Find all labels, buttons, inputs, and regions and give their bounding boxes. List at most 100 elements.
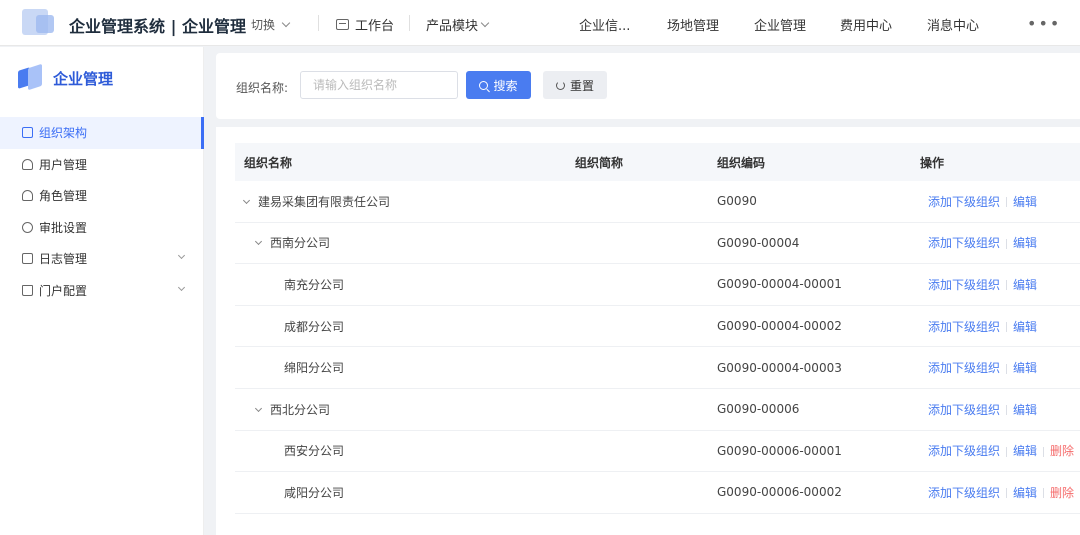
search-button[interactable]: 搜索 <box>466 71 531 99</box>
org-icon <box>22 127 33 139</box>
home-icon <box>22 284 33 296</box>
sidebar-item-label: 用户管理 <box>39 157 88 172</box>
action-divider <box>1006 446 1008 457</box>
chevron-down-icon <box>177 283 186 291</box>
delete-link[interactable]: 删除 <box>1050 486 1074 500</box>
cell-org-code: G0090-00006-00001 <box>717 443 842 458</box>
action-divider <box>1043 488 1045 499</box>
cell-actions: 添加下级组织 编辑 <box>912 193 1080 210</box>
brand-logo-icon <box>16 63 45 91</box>
org-name-input[interactable] <box>300 71 458 99</box>
refresh-icon <box>555 80 565 90</box>
cell-actions: 添加下级组织 编辑 <box>912 318 1080 335</box>
sidebar-item-approval-settings[interactable]: 审批设置 <box>0 212 204 244</box>
sidebar-menu: 组织架构 用户管理 角色管理 审批设置 日志管理 门户配置 <box>0 117 204 306</box>
switch-label: 切换 <box>251 18 276 32</box>
more-icon[interactable]: ••• <box>1027 14 1061 33</box>
org-name-text: 西南分公司 <box>270 236 331 251</box>
add-child-org-link[interactable]: 添加下级组织 <box>928 403 1000 417</box>
add-child-org-link[interactable]: 添加下级组织 <box>928 320 1000 334</box>
cell-org-name: 南充分公司 <box>235 276 567 293</box>
edit-link[interactable]: 编辑 <box>1013 195 1037 209</box>
table-row: 绵阳分公司 G0090-00004-00003 添加下级组织 编辑 <box>235 347 1080 389</box>
sidebar-item-log-management[interactable]: 日志管理 <box>0 243 204 275</box>
switch-dropdown[interactable]: 切换 <box>251 16 291 33</box>
action-divider <box>1006 322 1008 333</box>
cell-org-code: G0090-00006-00002 <box>717 485 842 500</box>
nav-item-billing-center[interactable]: 费用中心 <box>840 15 892 34</box>
add-child-org-link[interactable]: 添加下级组织 <box>928 486 1000 500</box>
column-header-code: 组织编码 <box>717 155 766 170</box>
add-child-org-link[interactable]: 添加下级组织 <box>928 195 1000 209</box>
cell-org-name: 建易采集团有限责任公司 <box>235 193 567 210</box>
org-name-text: 西北分公司 <box>270 402 331 417</box>
search-panel: 组织名称: 搜索 重置 <box>216 53 1080 119</box>
top-header: 企业管理系统 | 企业管理 切换 工作台 产品模块 企业信... 场地管理 企业… <box>0 0 1080 46</box>
cell-org-code: G0090-00004-00001 <box>717 277 842 292</box>
column-header-name: 组织名称 <box>244 155 293 170</box>
search-icon <box>479 80 489 90</box>
delete-link[interactable]: 删除 <box>1050 444 1074 458</box>
cell-org-name: 绵阳分公司 <box>235 359 567 376</box>
divider <box>409 15 410 31</box>
table-row: 西北分公司 G0090-00006 添加下级组织 编辑 <box>235 389 1080 431</box>
column-header-short-name: 组织简称 <box>575 155 624 170</box>
table-row: 建易采集团有限责任公司 G0090 添加下级组织 编辑 <box>235 181 1080 223</box>
gear-icon <box>22 221 33 233</box>
edit-link[interactable]: 编辑 <box>1013 403 1037 417</box>
nav-item-enterprise-management[interactable]: 企业管理 <box>754 15 806 34</box>
nav-item-enterprise-info[interactable]: 企业信... <box>579 15 630 34</box>
table-row: 西南分公司 G0090-00004 添加下级组织 编辑 <box>235 223 1080 265</box>
nav-item-message-center[interactable]: 消息中心 <box>927 15 979 34</box>
add-child-org-link[interactable]: 添加下级组织 <box>928 236 1000 250</box>
cell-actions: 添加下级组织 编辑 <box>912 401 1080 418</box>
search-button-label: 搜索 <box>493 78 518 93</box>
org-name-text: 绵阳分公司 <box>284 361 345 376</box>
edit-link[interactable]: 编辑 <box>1013 486 1037 500</box>
table-header: 组织名称 组织简称 组织编码 操作 <box>235 143 1080 181</box>
org-name-text: 南充分公司 <box>284 277 345 292</box>
action-divider <box>1006 197 1008 208</box>
sidebar-item-roles[interactable]: 角色管理 <box>0 180 204 212</box>
org-name-text: 西安分公司 <box>284 444 345 459</box>
cell-actions: 添加下级组织 编辑 <box>912 276 1080 293</box>
nav-item-venue-management[interactable]: 场地管理 <box>667 15 719 34</box>
org-name-label: 组织名称: <box>236 81 289 95</box>
table-row: 咸阳分公司 G0090-00006-00002 添加下级组织 编辑 删除 <box>235 472 1080 514</box>
reset-button[interactable]: 重置 <box>543 71 607 99</box>
action-divider <box>1006 238 1008 249</box>
edit-link[interactable]: 编辑 <box>1013 361 1037 375</box>
cell-actions: 添加下级组织 编辑 删除 <box>912 484 1080 501</box>
edit-link[interactable]: 编辑 <box>1013 320 1037 334</box>
sidebar-item-label: 日志管理 <box>39 252 88 267</box>
cell-org-code: G0090-00004 <box>717 235 800 250</box>
user-icon <box>22 158 33 170</box>
app-logo-icon <box>22 9 56 35</box>
edit-link[interactable]: 编辑 <box>1013 236 1037 250</box>
sidebar-item-portal-config[interactable]: 门户配置 <box>0 275 204 307</box>
org-name-text: 建易采集团有限责任公司 <box>258 194 391 209</box>
workbench-button[interactable]: 工作台 <box>336 15 394 34</box>
chevron-down-icon <box>281 18 291 28</box>
log-icon <box>22 253 33 265</box>
add-child-org-link[interactable]: 添加下级组织 <box>928 361 1000 375</box>
add-child-org-link[interactable]: 添加下级组织 <box>928 278 1000 292</box>
expand-toggle-icon[interactable] <box>242 196 251 204</box>
product-module-label: 产品模块 <box>426 19 479 34</box>
cell-actions: 添加下级组织 编辑 删除 <box>912 442 1080 459</box>
role-icon <box>22 190 33 202</box>
action-divider <box>1043 446 1045 457</box>
sidebar-item-org-structure[interactable]: 组织架构 <box>0 117 204 149</box>
sidebar-brand: 企业管理 <box>16 63 114 91</box>
sidebar-brand-title: 企业管理 <box>53 69 114 88</box>
table-row: 南充分公司 G0090-00004-00001 添加下级组织 编辑 <box>235 264 1080 306</box>
cell-org-code: G0090-00004-00003 <box>717 360 842 375</box>
expand-toggle-icon[interactable] <box>254 238 263 246</box>
add-child-org-link[interactable]: 添加下级组织 <box>928 444 1000 458</box>
product-module-dropdown[interactable]: 产品模块 <box>426 15 490 34</box>
sidebar-item-label: 审批设置 <box>39 220 88 235</box>
edit-link[interactable]: 编辑 <box>1013 278 1037 292</box>
expand-toggle-icon[interactable] <box>254 404 263 412</box>
sidebar-item-users[interactable]: 用户管理 <box>0 149 204 181</box>
edit-link[interactable]: 编辑 <box>1013 444 1037 458</box>
